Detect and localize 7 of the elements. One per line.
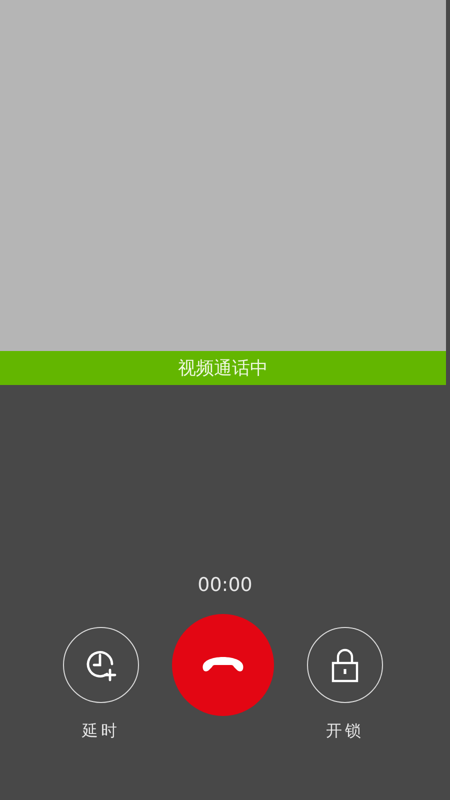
unlock-label: 开锁 [326,721,364,741]
delay-button[interactable] [63,627,139,703]
unlock-button[interactable] [307,627,383,703]
padlock-icon [329,647,361,683]
call-timer: 00:00 [198,574,252,596]
status-bar: 视频通话中 [0,351,446,385]
delay-label: 延时 [82,721,120,741]
